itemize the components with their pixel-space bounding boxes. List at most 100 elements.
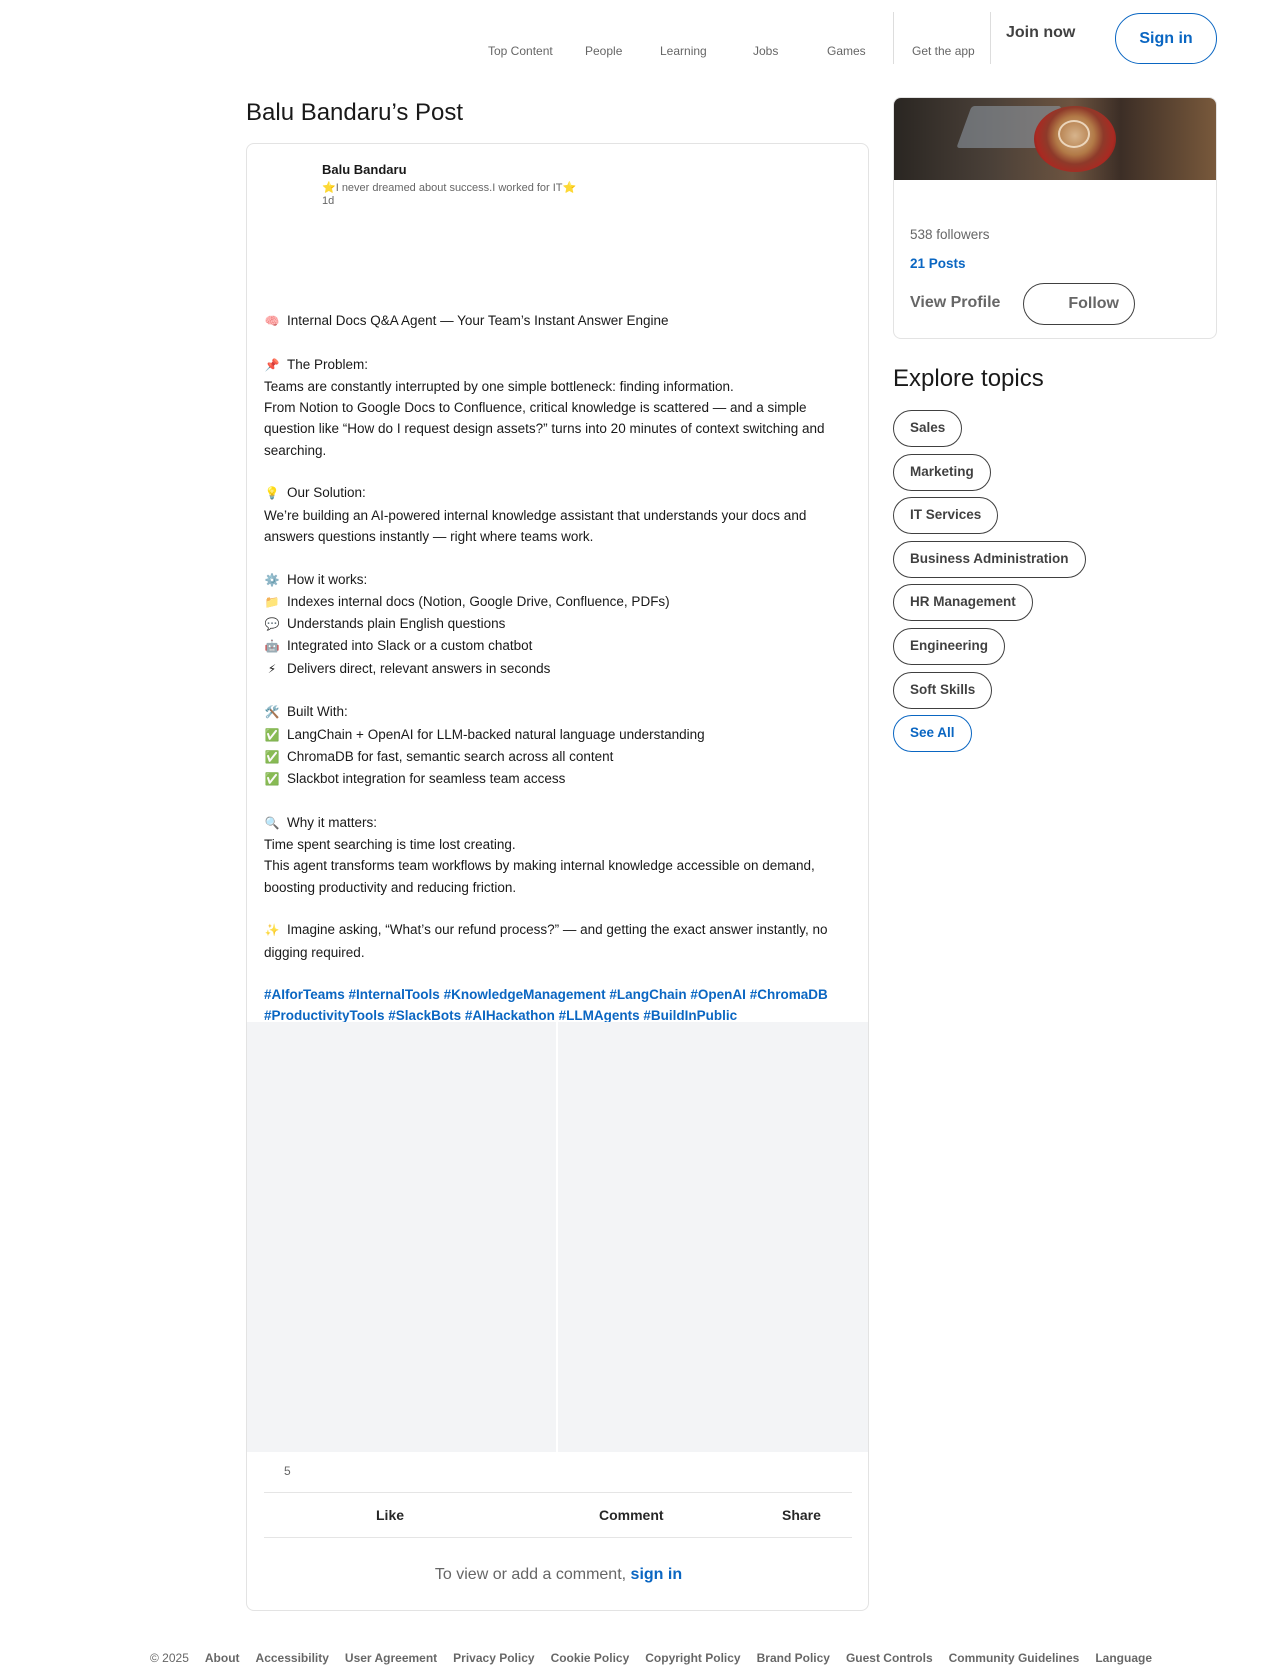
post-line: ⚙️ How it works: [264,569,854,591]
emoji-icon: ✅ [264,727,280,742]
post-line-text: The Problem: [287,356,369,372]
post-line: 💬 Understands plain English questions [264,613,854,635]
emoji-icon: ✅ [264,749,280,764]
author-name[interactable]: Balu Bandaru [322,162,576,177]
follower-count: 538 followers [910,227,990,242]
topic-sales[interactable]: Sales [893,410,963,447]
media-image-right[interactable] [558,1022,868,1452]
footer-link-guest-controls[interactable]: Guest Controls [846,1651,933,1665]
post-line-text: We’re building an AI-powered internal kn… [264,507,807,544]
post-line-text: Indexes internal docs (Notion, Google Dr… [287,593,670,609]
nav-get-the-app[interactable]: Get the app [912,44,975,58]
hashtag-link[interactable]: #AIHackathon [465,1008,555,1023]
post-line: From Notion to Google Docs to Confluence… [264,397,854,461]
topic-list: Sales Marketing IT Services Business Adm… [893,410,1217,759]
topic-it-services[interactable]: IT Services [893,497,999,535]
media-image-left[interactable] [247,1022,558,1452]
post-line-text: Integrated into Slack or a custom chatbo… [287,638,533,654]
post-line: ✅ LangChain + OpenAI for LLM-backed natur… [264,724,854,746]
post-line-text: Time spent searching is time lost creati… [264,837,516,853]
post-line: 📁 Indexes internal docs (Notion, Google D… [264,591,854,613]
footer-link-community-guidelines[interactable]: Community Guidelines [949,1651,1080,1665]
footer-link-brand-policy[interactable]: Brand Policy [757,1651,830,1665]
hashtag-link[interactable]: #SlackBots [388,1008,461,1023]
emoji-icon: ✅ [264,772,280,787]
emoji-icon: 🤖 [264,639,280,654]
emoji-icon: 🛠️ [264,705,280,720]
follow-button[interactable]: Follow [1023,283,1135,325]
hashtag-link[interactable]: #LLMAgents [559,1008,640,1023]
post-line-text: Delivers direct, relevant answers in sec… [287,660,551,676]
latte-art-shape [1058,120,1090,148]
post-line [264,680,854,701]
topic-engineering[interactable]: Engineering [893,627,1006,665]
emoji-icon: ⚙️ [264,572,280,587]
footer-link-copyright-policy[interactable]: Copyright Policy [645,1651,740,1665]
post-author: Balu Bandaru ⭐I never dreamed about succ… [322,162,576,207]
emoji-icon: 💬 [264,617,280,632]
site-header: Top Content People Learning Jobs Games G… [0,0,1280,78]
star-icon: ⭐ [322,182,336,194]
nav-people[interactable]: People [585,44,622,58]
topic-business-administration[interactable]: Business Administration [893,540,1086,578]
comment-prompt-text: To view or add a comment, [434,1566,627,1583]
footer-link-user-agreement[interactable]: User Agreement [345,1651,437,1665]
like-button[interactable]: Like [376,1507,404,1523]
hashtag-link[interactable]: #KnowledgeManagement [444,987,606,1002]
hashtag-link[interactable]: #LangChain [609,987,686,1002]
comment-button[interactable]: Comment [599,1507,664,1523]
comment-sign-in-link[interactable]: sign in [631,1566,683,1583]
hashtag-link[interactable]: #BuildInPublic [643,1008,737,1023]
hashtag-list: #AIforTeams #InternalTools #KnowledgeMan… [264,984,854,1027]
hashtag-link[interactable]: #InternalTools [349,987,440,1002]
action-bar: Like Comment Share [264,1492,852,1538]
see-all-topics-button[interactable]: See All [893,715,972,753]
sign-in-button[interactable]: Sign in [1115,13,1217,64]
post-line-text: Understands plain English questions [287,616,506,632]
post-line: Time spent searching is time lost creati… [264,834,854,855]
post-line: We’re building an AI-powered internal kn… [264,505,854,548]
post-line-text: Slackbot integration for seamless team a… [287,771,566,787]
post-line [264,898,854,919]
nav-games[interactable]: Games [827,44,866,58]
footer-link-about[interactable]: About [205,1651,240,1665]
post-line [264,332,854,353]
post-media[interactable] [247,1022,868,1452]
post-line: 🤖 Integrated into Slack or a custom chatb… [264,635,854,657]
share-button[interactable]: Share [782,1507,821,1523]
post-line-text: Internal Docs Q&A Agent — Your Team’s In… [287,313,669,328]
nav-divider [893,12,894,64]
topic-marketing[interactable]: Marketing [893,453,991,491]
emoji-icon: 📁 [264,594,280,609]
explore-topics-title: Explore topics [893,365,1044,392]
footer-link-language[interactable]: Language [1095,1651,1152,1665]
posts-link[interactable]: 21 Posts [910,256,966,271]
post-line-text: From Notion to Google Docs to Confluence… [264,400,825,458]
author-headline-text: I never dreamed about success.I worked f… [335,182,563,194]
hashtag-link[interactable]: #AIforTeams [264,987,345,1002]
hashtag-link[interactable]: #ChromaDB [750,987,828,1002]
post-line: 🔍 Why it matters: [264,812,854,834]
hashtag-link[interactable]: #OpenAI [690,987,746,1002]
hashtag-link[interactable]: #ProductivityTools [264,1008,385,1023]
post-card: Balu Bandaru ⭐I never dreamed about succ… [246,143,869,1611]
nav-top-content[interactable]: Top Content [488,44,553,58]
footer: © 2025 About Accessibility User Agreemen… [150,1651,1168,1665]
footer-link-accessibility[interactable]: Accessibility [256,1651,329,1665]
footer-link-cookie-policy[interactable]: Cookie Policy [551,1651,630,1665]
post-line-text: Teams are constantly interrupted by one … [264,378,734,394]
nav-jobs[interactable]: Jobs [753,44,778,58]
join-now-button[interactable]: Join now [1006,24,1075,42]
post-line-text: This agent transforms team workflows by … [264,858,815,895]
view-profile-link[interactable]: View Profile [910,294,1000,312]
nav-learning[interactable]: Learning [660,44,707,58]
post-line: ✅ Slackbot integration for seamless team … [264,768,854,790]
reaction-count[interactable]: 5 [284,1464,291,1478]
post-line-text: Our Solution: [287,485,366,501]
post-line-text: Why it matters: [287,814,378,830]
post-line: ✅ ChromaDB for fast, semantic search acro… [264,746,854,768]
footer-link-privacy-policy[interactable]: Privacy Policy [453,1651,534,1665]
topic-soft-skills[interactable]: Soft Skills [893,671,993,709]
post-line-text: ChromaDB for fast, semantic search acros… [287,748,614,764]
topic-hr-management[interactable]: HR Management [893,584,1033,622]
